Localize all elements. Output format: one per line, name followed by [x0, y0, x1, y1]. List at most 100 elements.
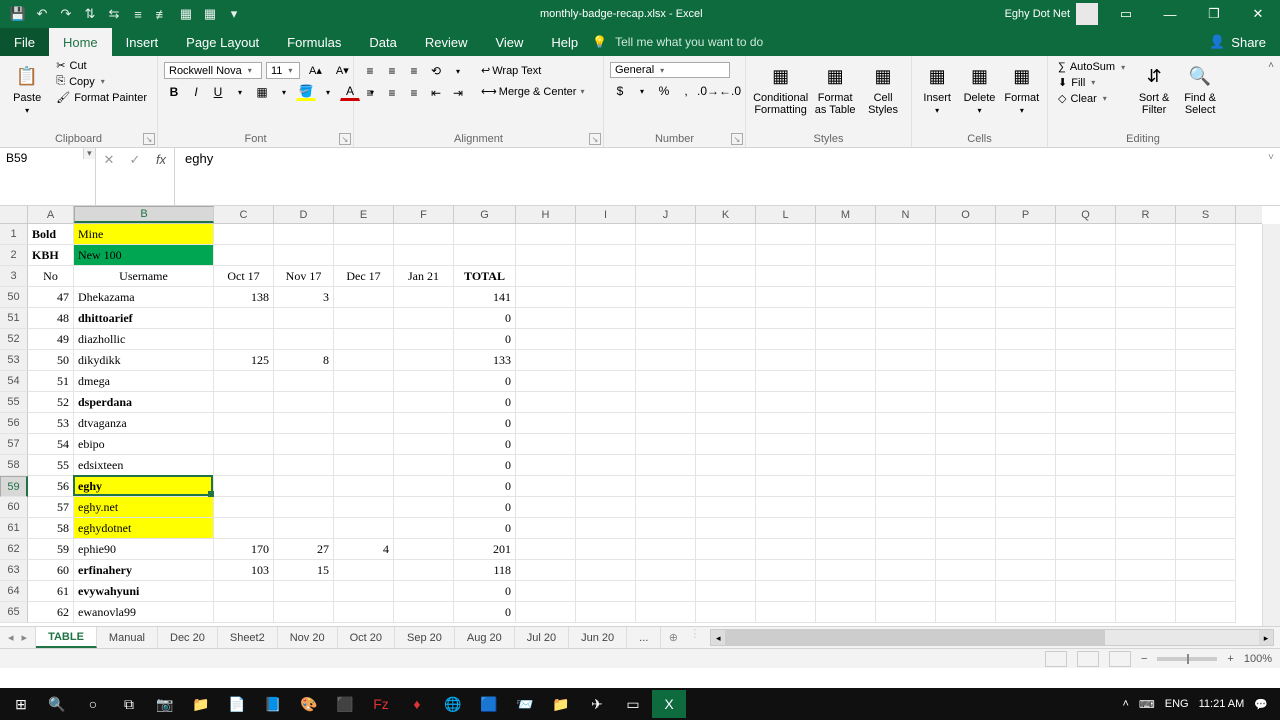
row-header[interactable]: 53 — [0, 350, 28, 371]
cell[interactable]: 62 — [28, 602, 74, 623]
tab-view[interactable]: View — [481, 28, 537, 56]
cell[interactable] — [516, 287, 576, 308]
cell[interactable] — [816, 392, 876, 413]
cell[interactable] — [936, 392, 996, 413]
cell[interactable] — [1176, 224, 1236, 245]
cell[interactable] — [756, 497, 816, 518]
cell[interactable] — [636, 518, 696, 539]
cell[interactable] — [1116, 476, 1176, 497]
cell[interactable] — [334, 413, 394, 434]
column-header[interactable]: R — [1116, 206, 1176, 223]
cell[interactable] — [936, 350, 996, 371]
row-header[interactable]: 51 — [0, 308, 28, 329]
cell[interactable] — [1176, 518, 1236, 539]
cell[interactable] — [516, 329, 576, 350]
column-header[interactable]: I — [576, 206, 636, 223]
column-header[interactable]: K — [696, 206, 756, 223]
cell[interactable] — [936, 581, 996, 602]
cell[interactable] — [696, 518, 756, 539]
collapse-ribbon-icon[interactable]: ˄ — [1268, 60, 1274, 71]
cell[interactable] — [756, 287, 816, 308]
telegram-icon[interactable]: ✈ — [580, 690, 614, 718]
cell[interactable] — [334, 497, 394, 518]
cell[interactable] — [996, 287, 1056, 308]
cell[interactable] — [394, 434, 454, 455]
cell[interactable] — [996, 350, 1056, 371]
currency-icon[interactable]: $ — [610, 82, 630, 100]
cell[interactable] — [1116, 245, 1176, 266]
cell[interactable] — [516, 371, 576, 392]
align-bottom-icon[interactable]: ≡ — [404, 62, 424, 80]
cell[interactable]: 0 — [454, 497, 516, 518]
cell[interactable]: 48 — [28, 308, 74, 329]
minimize-icon[interactable]: — — [1148, 0, 1192, 28]
cell[interactable] — [334, 476, 394, 497]
row-header[interactable]: 60 — [0, 497, 28, 518]
decrease-decimal-icon[interactable]: ←.0 — [720, 82, 740, 100]
cell[interactable]: 57 — [28, 497, 74, 518]
cell[interactable] — [816, 287, 876, 308]
cell[interactable] — [876, 329, 936, 350]
vertical-scrollbar[interactable] — [1262, 224, 1280, 626]
cell[interactable] — [394, 476, 454, 497]
cell[interactable] — [936, 497, 996, 518]
cell[interactable] — [936, 287, 996, 308]
cell[interactable] — [696, 266, 756, 287]
cell[interactable] — [696, 392, 756, 413]
cell[interactable] — [636, 329, 696, 350]
cell[interactable] — [1176, 434, 1236, 455]
delete-cells-button[interactable]: ▦Delete▾ — [960, 58, 998, 115]
column-header[interactable]: E — [334, 206, 394, 223]
cell[interactable]: Dhekazama — [74, 287, 214, 308]
cell[interactable]: 125 — [214, 350, 274, 371]
cell[interactable] — [636, 413, 696, 434]
cell[interactable] — [1056, 539, 1116, 560]
cell[interactable] — [756, 434, 816, 455]
cell[interactable] — [756, 224, 816, 245]
cell[interactable] — [576, 518, 636, 539]
cell[interactable]: erfinahery — [74, 560, 214, 581]
app-icon[interactable]: 🟦 — [472, 690, 506, 718]
qat-more-icon[interactable]: ▾ — [224, 4, 244, 24]
cell[interactable]: TOTAL — [454, 266, 516, 287]
cell[interactable] — [696, 413, 756, 434]
cell[interactable]: 50 — [28, 350, 74, 371]
cell[interactable] — [1116, 434, 1176, 455]
cell[interactable] — [334, 455, 394, 476]
cell[interactable] — [816, 224, 876, 245]
row-header[interactable]: 3 — [0, 266, 28, 287]
cell[interactable] — [274, 371, 334, 392]
row-header[interactable]: 64 — [0, 581, 28, 602]
cell[interactable] — [996, 602, 1056, 623]
cell[interactable]: Mine — [74, 224, 214, 245]
cell[interactable] — [996, 560, 1056, 581]
cell[interactable] — [394, 539, 454, 560]
cell[interactable] — [1056, 455, 1116, 476]
cell[interactable]: 0 — [454, 602, 516, 623]
cell[interactable] — [394, 329, 454, 350]
cell[interactable] — [576, 602, 636, 623]
cell[interactable] — [636, 497, 696, 518]
cell[interactable] — [576, 224, 636, 245]
cell[interactable] — [516, 434, 576, 455]
qat-icon[interactable]: ⇆ — [104, 4, 124, 24]
cell[interactable] — [816, 581, 876, 602]
row-header[interactable]: 62 — [0, 539, 28, 560]
row-header[interactable]: 58 — [0, 455, 28, 476]
cell[interactable] — [756, 455, 816, 476]
language-indicator[interactable]: ENG — [1165, 698, 1189, 710]
autosum-button[interactable]: ∑ AutoSum — [1054, 60, 1129, 74]
cell-styles-button[interactable]: ▦Cell Styles — [861, 58, 905, 116]
cell[interactable] — [214, 371, 274, 392]
cell[interactable] — [876, 518, 936, 539]
cell[interactable] — [214, 224, 274, 245]
cell[interactable] — [1116, 497, 1176, 518]
row-header[interactable]: 61 — [0, 518, 28, 539]
column-header[interactable]: D — [274, 206, 334, 223]
find-select-button[interactable]: 🔍Find & Select — [1179, 58, 1221, 116]
sheet-tab[interactable]: Jul 20 — [515, 627, 569, 648]
sheet-nav-prev-icon[interactable]: ◂ — [8, 631, 14, 644]
cell[interactable] — [576, 560, 636, 581]
name-box[interactable] — [0, 148, 83, 168]
cell[interactable] — [274, 455, 334, 476]
